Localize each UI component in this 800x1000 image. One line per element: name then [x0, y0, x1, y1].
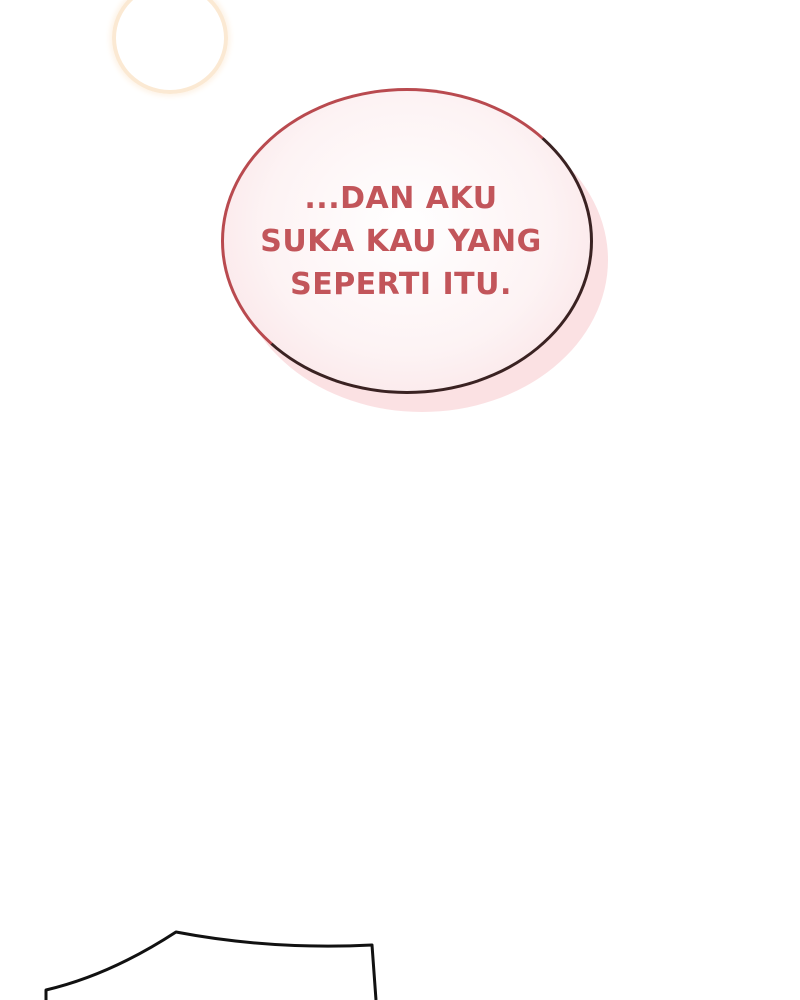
speech-bubble-text: ...DAN AKU SUKA KAU YANG SEPERTI ITU.: [260, 177, 542, 306]
comic-page: ...DAN AKU SUKA KAU YANG SEPERTI ITU.: [0, 0, 800, 1000]
speech-line-2: SUKA KAU YANG: [260, 223, 542, 259]
speech-bubble: ...DAN AKU SUKA KAU YANG SEPERTI ITU.: [221, 88, 593, 394]
speech-line-1: ...DAN AKU: [304, 180, 498, 216]
speech-line-3: SEPERTI ITU.: [290, 266, 512, 302]
next-panel-outline: [44, 930, 378, 1000]
glowing-circle: [112, 0, 228, 94]
